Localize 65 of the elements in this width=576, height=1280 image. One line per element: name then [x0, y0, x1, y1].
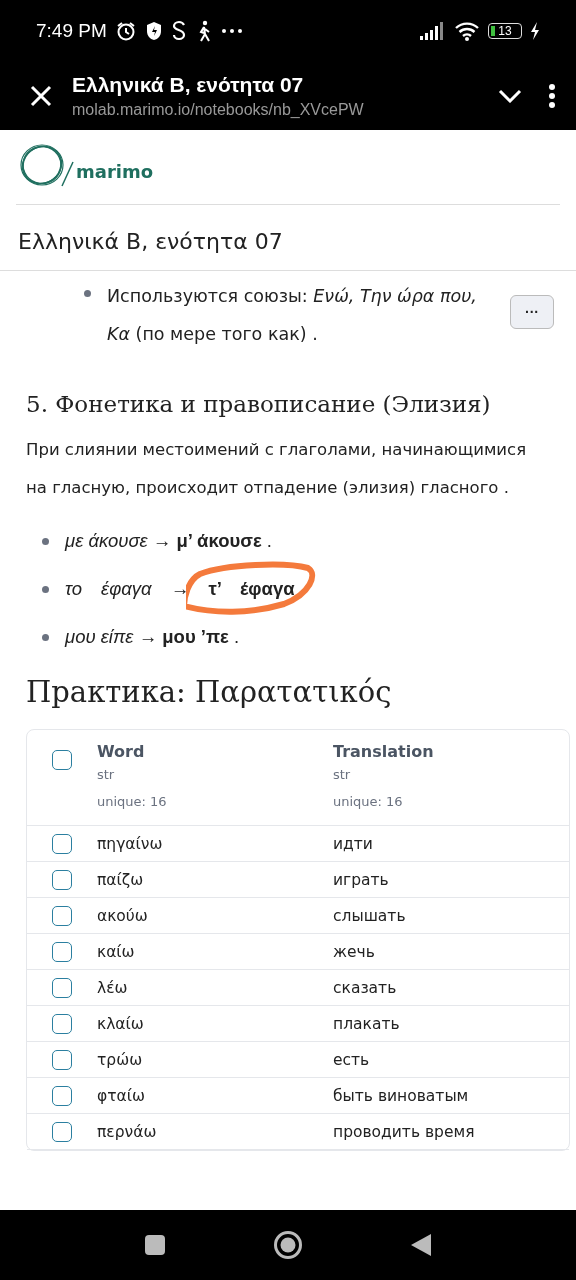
table-cell-text: есть	[333, 1050, 371, 1069]
more-options-button[interactable]: ···	[510, 295, 554, 329]
page-url: molab.marimo.io/notebooks/nb_XVcePW	[72, 101, 365, 119]
status-time: 7:49 PM	[36, 20, 107, 42]
checkbox[interactable]	[52, 1085, 72, 1106]
table-cell-text: жечь	[333, 942, 376, 961]
section-heading: 5. Фонетика и правописание (Элизия)	[26, 391, 492, 417]
column-type: str	[333, 767, 352, 782]
table-cell-text: идти	[333, 834, 374, 853]
checkbox[interactable]	[52, 1013, 72, 1034]
table-cell-text: играть	[333, 870, 390, 889]
notebook-title: Ελληνικά Β, ενότητα 07	[0, 205, 576, 271]
page-title: Ελληνικά Β, ενότητα 07	[72, 73, 305, 97]
table-cell-text: περνάω	[97, 1122, 158, 1141]
checkbox[interactable]	[52, 941, 72, 962]
checkbox[interactable]	[52, 905, 72, 926]
column-stats: unique: 16	[97, 794, 168, 809]
table-cell-text: καίω	[97, 942, 136, 961]
table-cell-text: быть виноватым	[333, 1086, 470, 1105]
wifi-icon	[454, 21, 480, 41]
table-cell-text: проводить время	[333, 1122, 476, 1141]
battery-level: 13	[488, 23, 522, 39]
table-cell-text: сказать	[333, 978, 398, 997]
example-text: με άκουσε → μ’ άκουσε .	[65, 530, 272, 552]
column-type: str	[97, 767, 116, 782]
checkbox[interactable]	[52, 1049, 72, 1070]
column-stats: unique: 16	[333, 794, 404, 809]
column-header[interactable]: Word	[97, 742, 333, 761]
example-text: το έφαγα → τ’ έφαγα	[65, 578, 295, 600]
table-cell-text: φταίω	[97, 1086, 146, 1105]
checkbox[interactable]	[52, 869, 72, 890]
paragraph: При слиянии местоимений с глаголами, начинающимися на гласную, происходит отпадение (элизия) гласного .	[26, 439, 528, 499]
bullet-dot	[42, 537, 49, 545]
table-cell-text: κλαίω	[97, 1014, 145, 1033]
checkbox[interactable]	[52, 750, 72, 770]
practice-heading: Практика: Παρατατικός	[26, 675, 393, 709]
menu-icon	[548, 84, 556, 108]
bullet-dot	[42, 633, 49, 641]
table-cell-text: πηγαίνω	[97, 834, 164, 853]
square-icon	[143, 1234, 166, 1256]
checkbox[interactable]	[52, 977, 72, 998]
checkbox[interactable]	[52, 1121, 72, 1142]
more-dots-icon	[220, 28, 243, 34]
example-text: μου είπε → μου ’πε .	[65, 626, 240, 648]
bullet-dot	[42, 585, 49, 593]
table-cell-text: λέω	[97, 978, 129, 997]
table-cell-text: ακούω	[97, 906, 149, 925]
chevron-down-icon	[498, 89, 522, 103]
home-circle-icon	[273, 1230, 303, 1260]
s-letter-icon	[170, 20, 187, 42]
checkbox[interactable]	[52, 833, 72, 854]
logo-text: marimo	[76, 160, 154, 182]
bullet-dot	[84, 290, 91, 297]
table-cell-text: τρώω	[97, 1050, 144, 1069]
column-header[interactable]: Translation	[333, 742, 569, 761]
close-icon	[30, 85, 52, 107]
charging-bolt-icon	[530, 22, 540, 40]
table-cell-text: слышать	[333, 906, 407, 925]
signal-icon	[420, 22, 446, 40]
table-cell-text: плакать	[333, 1014, 401, 1033]
table-cell-text: παίζω	[97, 870, 145, 889]
back-triangle-icon	[410, 1233, 433, 1257]
shield-icon	[144, 21, 163, 41]
list-item-text: Используются союзы: Ενώ, Την ώρα που, Κα (по мере того как) .	[107, 285, 478, 346]
marimo-logo-icon	[18, 142, 74, 188]
